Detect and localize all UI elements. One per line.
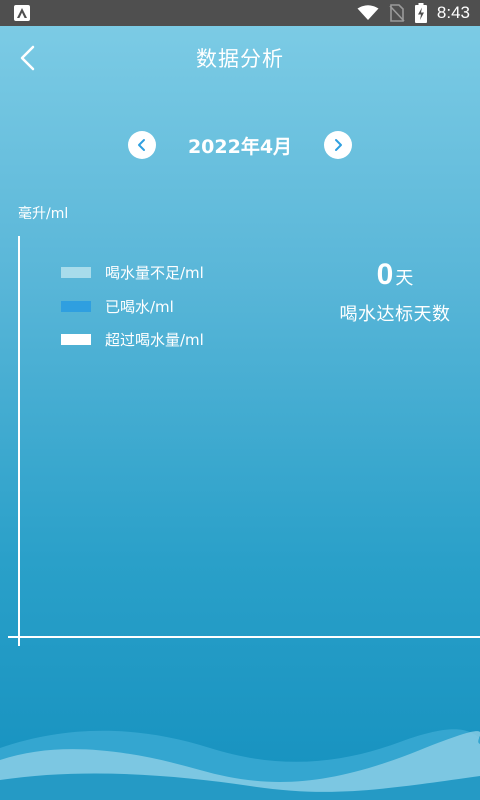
- back-button[interactable]: [12, 42, 42, 74]
- chevron-left-icon: [20, 45, 35, 71]
- wifi-icon: [357, 5, 379, 20]
- legend-swatch: [61, 334, 91, 346]
- x-axis-line: [8, 636, 480, 638]
- battery-charging-icon: [414, 3, 427, 23]
- legend-item-insufficient: 喝水量不足/ml: [61, 256, 204, 290]
- legend-swatch: [61, 300, 91, 312]
- wave-decoration: [0, 729, 480, 800]
- month-navigator: 2022年4月: [0, 130, 480, 160]
- next-month-button[interactable]: [324, 131, 353, 159]
- month-label: 2022年4月: [187, 135, 293, 158]
- goal-days-stat: 0 天 喝水达标天数: [320, 258, 470, 326]
- status-time: 8:43: [436, 3, 470, 22]
- legend-item-drunk: 已喝水/ml: [61, 290, 204, 324]
- goal-days-unit: 天: [395, 268, 414, 289]
- legend-swatch: [61, 267, 91, 279]
- title-bar: 数据分析: [0, 26, 480, 90]
- y-axis-unit-label: 毫升/ml: [18, 206, 69, 222]
- app-notification-icon: [14, 5, 30, 21]
- legend-label: 喝水量不足/ml: [105, 264, 204, 283]
- goal-days-value: 0: [376, 258, 394, 291]
- prev-month-button[interactable]: [127, 131, 156, 159]
- page-title: 数据分析: [196, 47, 284, 71]
- goal-days-caption: 喝水达标天数: [339, 304, 451, 325]
- legend-item-exceeded: 超过喝水量/ml: [61, 323, 204, 357]
- status-bar: 8:43: [0, 0, 480, 26]
- no-sim-icon: [389, 4, 405, 22]
- legend-label: 已喝水/ml: [105, 297, 174, 316]
- chart-legend: 喝水量不足/ml 已喝水/ml 超过喝水量/ml: [61, 256, 204, 357]
- chevron-right-circle-icon: [335, 139, 343, 151]
- legend-label: 超过喝水量/ml: [105, 331, 204, 350]
- chevron-left-circle-icon: [137, 139, 145, 151]
- screen: 8:43 数据分析 2022年4月 毫升/ml 喝水量不足/ml 已喝水/ml …: [0, 0, 480, 800]
- y-axis-line: [18, 236, 20, 646]
